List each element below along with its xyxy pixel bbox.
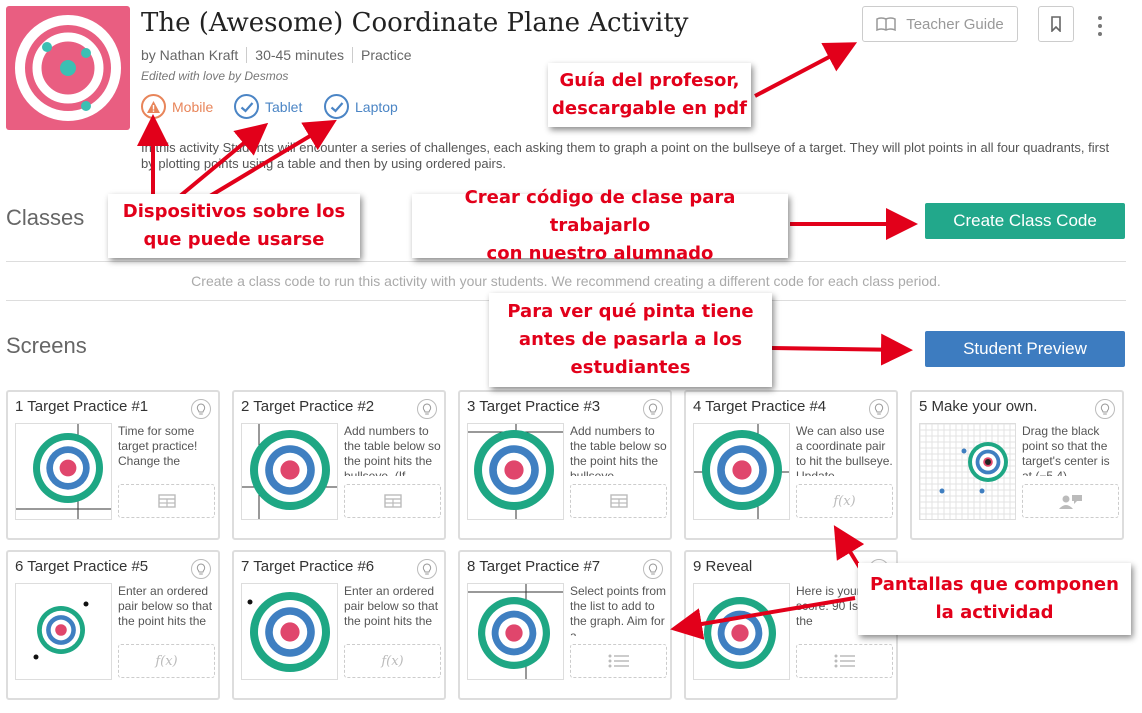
- teacher-guide-label: Teacher Guide: [906, 15, 1004, 33]
- screen-text: Enter an ordered pair below so that the …: [118, 584, 213, 628]
- activity-description: In this activity Students will encounter…: [141, 140, 1110, 171]
- screen-text: Enter an ordered pair below so that the …: [344, 584, 439, 628]
- device-tablet: Tablet: [234, 94, 302, 119]
- screen-card[interactable]: 7 Target Practice #6 Enter an ordered pai…: [232, 550, 446, 700]
- device-label: Tablet: [265, 98, 303, 115]
- screen-text: Select points from the list to add to th…: [570, 584, 667, 636]
- screen-text: Time for some target practice! Change th…: [118, 424, 198, 468]
- screen-text: Add numbers to the table below so the po…: [570, 424, 667, 476]
- activity-meta: by Nathan Kraft 30-45 minutes Practice: [141, 47, 420, 63]
- target-graph-icon: [468, 424, 563, 519]
- checkmark-icon: [324, 94, 349, 119]
- activity-type: Practice: [352, 47, 420, 63]
- screen-card[interactable]: 8 Target Practice #7 Select points from t…: [458, 550, 672, 700]
- screen-text: Add numbers to the table below so the po…: [344, 424, 441, 476]
- more-options-icon[interactable]: [1090, 12, 1110, 40]
- function-icon: f(x): [796, 484, 893, 518]
- lightbulb-icon[interactable]: [643, 399, 663, 419]
- screen-thumbnail: [693, 423, 790, 520]
- lightbulb-icon[interactable]: [191, 559, 211, 579]
- teacher-guide-button[interactable]: Teacher Guide: [862, 6, 1018, 42]
- target-graph-icon: [704, 597, 776, 669]
- lightbulb-icon[interactable]: [1095, 399, 1115, 419]
- screen-thumbnail: [467, 583, 564, 680]
- screen-thumbnail: [467, 423, 564, 520]
- screen-thumbnail: [15, 583, 112, 680]
- target-graph-icon: [33, 601, 89, 660]
- screen-title: 9 Reveal: [693, 558, 753, 575]
- screen-thumbnail: [241, 583, 338, 680]
- target-graph-icon: [242, 424, 337, 519]
- create-class-code-button[interactable]: Create Class Code: [925, 203, 1125, 239]
- target-graph-icon: [247, 592, 330, 672]
- lightbulb-icon[interactable]: [869, 399, 889, 419]
- screens-heading: Screens: [6, 333, 87, 358]
- classes-heading: Classes: [6, 205, 85, 230]
- screen-card[interactable]: 3 Target Practice #3 Add numbers to the t…: [458, 390, 672, 540]
- screen-card[interactable]: 4 Target Practice #4 We can also use a co…: [684, 390, 898, 540]
- lightbulb-icon[interactable]: [643, 559, 663, 579]
- preview-annotation: Para ver qué pinta tiene antes de pasarla…: [489, 293, 772, 387]
- bookmark-button[interactable]: [1038, 6, 1074, 42]
- screen-card[interactable]: 1 Target Practice #1 Time for some target…: [6, 390, 220, 540]
- screen-text: Drag the black point so that the target'…: [1022, 424, 1110, 476]
- table-icon: [570, 484, 667, 518]
- screen-thumbnail: [693, 583, 790, 680]
- table-icon: [344, 484, 441, 518]
- screen-card[interactable]: 6 Target Practice #5 Enter an ordered pai…: [6, 550, 220, 700]
- function-icon: f(x): [118, 644, 215, 678]
- credit-text: Edited with love by Desmos: [141, 69, 289, 83]
- target-graph-icon: [468, 584, 563, 679]
- people-icon: [1022, 484, 1119, 518]
- target-graph-icon: [920, 424, 1015, 519]
- screen-thumbnail: [241, 423, 338, 520]
- screen-title: 1 Target Practice #1: [15, 398, 149, 415]
- screen-thumbnail: [919, 423, 1016, 520]
- target-graph-icon: [694, 424, 789, 519]
- activity-title: The (Awesome) Coordinate Plane Activity: [141, 8, 689, 38]
- device-laptop: Laptop: [324, 94, 398, 119]
- screen-title: 5 Make your own.: [919, 398, 1038, 415]
- bookmark-icon: [1051, 16, 1061, 32]
- class-code-annotation: Crear código de clase para trabajarlo con…: [412, 187, 788, 264]
- screen-title: 2 Target Practice #2: [241, 398, 375, 415]
- screen-title: 4 Target Practice #4: [693, 398, 827, 415]
- screen-title: 3 Target Practice #3: [467, 398, 601, 415]
- list-icon: [570, 644, 667, 678]
- duration: 30-45 minutes: [246, 47, 352, 63]
- book-icon: [876, 17, 896, 31]
- bullseye-logo-icon: [15, 15, 121, 121]
- devices-annotation: Dispositivos sobre los que puede usarse: [108, 194, 360, 258]
- screen-title: 8 Target Practice #7: [467, 558, 601, 575]
- teacher-guide-annotation: Guía del profesor, descargable en pdf: [548, 63, 751, 127]
- lightbulb-icon[interactable]: [417, 399, 437, 419]
- warning-icon: [141, 94, 166, 119]
- screen-text: We can also use a coordinate pair to hit…: [796, 424, 893, 476]
- lightbulb-icon[interactable]: [417, 559, 437, 579]
- device-label: Mobile: [172, 98, 214, 115]
- target-graph-icon: [16, 424, 111, 519]
- table-icon: [118, 484, 215, 518]
- checkmark-icon: [234, 94, 259, 119]
- list-icon: [796, 644, 893, 678]
- screen-title: 6 Target Practice #5: [15, 558, 149, 575]
- screens-annotation: Pantallas que componen la actividad: [858, 563, 1131, 635]
- student-preview-button[interactable]: Student Preview: [925, 331, 1125, 367]
- device-mobile: Mobile: [141, 94, 213, 119]
- screen-card[interactable]: 2 Target Practice #2 Add numbers to the t…: [232, 390, 446, 540]
- screen-thumbnail: [15, 423, 112, 520]
- screen-title: 7 Target Practice #6: [241, 558, 375, 575]
- class-code-hint: Create a class code to run this activity…: [191, 273, 941, 289]
- screen-card[interactable]: 5 Make your own. Drag the black point so …: [910, 390, 1124, 540]
- device-label: Laptop: [355, 98, 398, 115]
- author-link[interactable]: by Nathan Kraft: [141, 47, 246, 63]
- lightbulb-icon[interactable]: [191, 399, 211, 419]
- function-icon: f(x): [344, 644, 441, 678]
- activity-logo: [6, 6, 130, 130]
